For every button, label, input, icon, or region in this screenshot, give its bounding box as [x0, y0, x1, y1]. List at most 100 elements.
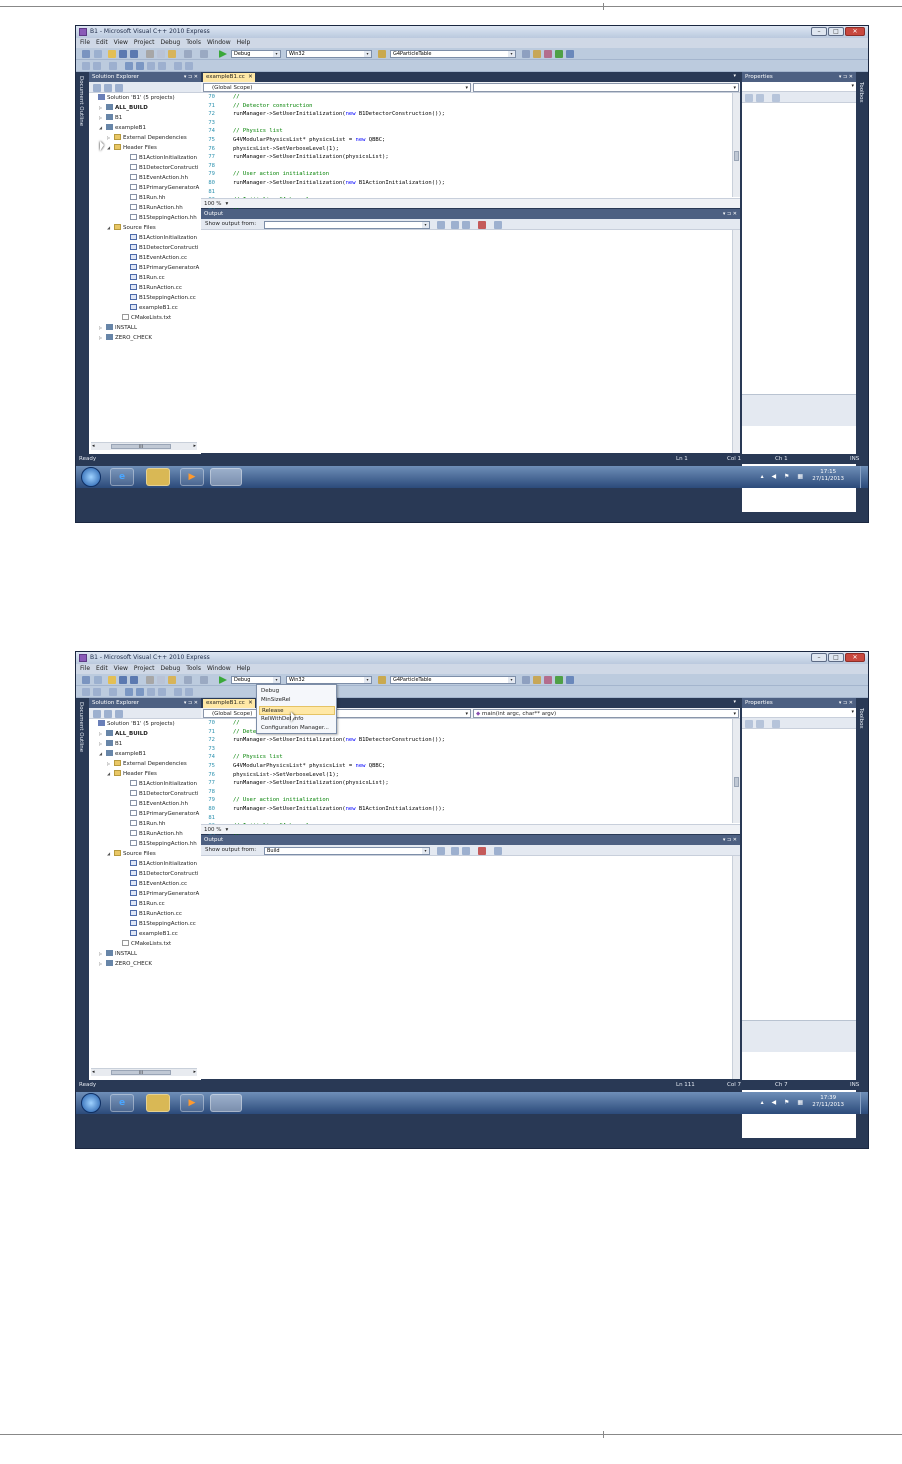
bookmark-icon[interactable] [174, 688, 182, 696]
tree-item[interactable]: ◢ Source Files [107, 223, 156, 233]
tree-item[interactable]: B1ActionInitialization [123, 153, 197, 163]
tree-item[interactable]: B1Run.hh [123, 819, 166, 829]
menu-view[interactable]: View [114, 664, 128, 674]
dropdown-option[interactable]: MinSizeRel [259, 696, 335, 705]
find-message-icon[interactable] [437, 847, 445, 855]
expander-icon[interactable]: ▷ [99, 103, 106, 113]
copy-icon[interactable] [157, 50, 165, 58]
save-icon[interactable] [119, 50, 127, 58]
tree-item[interactable]: B1RunAction.hh [123, 203, 183, 213]
scroll-right-icon[interactable]: ▸ [193, 1069, 196, 1075]
solution-explorer-icon[interactable] [522, 676, 530, 684]
visual-studio-taskbar-icon[interactable] [210, 468, 242, 486]
copy-icon[interactable] [157, 676, 165, 684]
tree-item[interactable]: ◢ Header Files [107, 143, 157, 153]
uncomment-icon[interactable] [158, 688, 166, 696]
save-all-icon[interactable] [130, 50, 138, 58]
tree-item[interactable]: ◢ Source Files [107, 849, 156, 859]
tree-item[interactable]: ▷ INSTALL [99, 949, 137, 959]
solution-platform-combo[interactable]: Win32 ▾ [286, 50, 372, 58]
indent-icon[interactable] [125, 62, 133, 70]
properties-object-combo[interactable]: ▾ [742, 82, 856, 92]
expander-icon[interactable]: ◢ [107, 143, 114, 153]
menu-debug[interactable]: Debug [160, 38, 180, 48]
start-debugging-icon[interactable] [219, 50, 227, 58]
output-vscrollbar[interactable] [732, 230, 740, 453]
open-file-icon[interactable] [108, 50, 116, 58]
find-in-files-icon[interactable] [378, 676, 386, 684]
new-project-icon[interactable] [82, 676, 90, 684]
solution-explorer-hscrollbar[interactable]: ◂ III ▸ [91, 1068, 197, 1076]
refresh-icon[interactable] [115, 84, 123, 92]
next-bookmark-icon[interactable] [185, 688, 193, 696]
minimize-button[interactable]: – [811, 27, 827, 36]
expander-icon[interactable]: ◢ [107, 849, 114, 859]
open-file-icon[interactable] [108, 676, 116, 684]
find-message-icon[interactable] [437, 221, 445, 229]
tree-item[interactable]: B1PrimaryGeneratorA [123, 183, 199, 193]
next-bookmark-icon[interactable] [185, 62, 193, 70]
go-to-next-icon[interactable] [462, 847, 470, 855]
clear-all-icon[interactable] [478, 221, 486, 229]
menu-tools[interactable]: Tools [186, 664, 201, 674]
zoom-level[interactable]: 100 % [204, 827, 221, 833]
scroll-thumb[interactable]: III [111, 1070, 171, 1075]
find-in-files-icon[interactable] [378, 50, 386, 58]
tree-item[interactable]: ◢ exampleB1 [99, 749, 146, 759]
tree-item[interactable]: ▷ INSTALL [99, 323, 137, 333]
tree-item[interactable]: B1RunAction.cc [123, 909, 182, 919]
start-debugging-icon[interactable] [219, 676, 227, 684]
properties-icon[interactable] [533, 50, 541, 58]
tree-item[interactable]: B1Run.cc [123, 273, 165, 283]
go-to-prev-icon[interactable] [451, 847, 459, 855]
expander-icon[interactable]: ▷ [99, 729, 106, 739]
solution-configuration-combo[interactable]: Debug ▾ [231, 676, 281, 684]
display-quick-info-icon[interactable] [82, 62, 90, 70]
comment-icon[interactable] [147, 688, 155, 696]
close-button[interactable]: ✕ [845, 27, 865, 36]
new-project-icon[interactable] [82, 50, 90, 58]
show-desktop-button[interactable] [860, 466, 868, 488]
scroll-thumb[interactable] [734, 777, 739, 787]
start-page-icon[interactable] [555, 676, 563, 684]
expander-icon[interactable]: ◢ [99, 123, 106, 133]
tree-item[interactable]: B1SteppingAction.cc [123, 293, 196, 303]
visual-studio-taskbar-icon[interactable] [210, 1094, 242, 1112]
windows-start-icon[interactable] [81, 1093, 101, 1113]
tree-item[interactable]: B1Run.cc [123, 899, 165, 909]
tree-item[interactable]: B1Run.hh [123, 193, 166, 203]
toolbox-icon[interactable] [544, 50, 552, 58]
chevron-down-icon[interactable]: ▾ [225, 827, 228, 833]
tree-item[interactable]: exampleB1.cc [123, 929, 178, 939]
menu-help[interactable]: Help [237, 664, 251, 674]
save-all-icon[interactable] [130, 676, 138, 684]
parameter-info-icon[interactable] [93, 688, 101, 696]
minimize-button[interactable]: – [811, 653, 827, 662]
output-source-combo[interactable]: Build ▾ [264, 847, 430, 855]
refresh-icon[interactable] [115, 710, 123, 718]
scroll-left-icon[interactable]: ◂ [92, 443, 95, 449]
scope-combo[interactable]: (Global Scope) ▾ [203, 83, 471, 92]
toolbox-tab[interactable]: Toolbox [856, 698, 868, 1138]
tree-item[interactable]: ▷ ZERO_CHECK [99, 959, 152, 969]
scroll-right-icon[interactable]: ▸ [193, 443, 196, 449]
menu-help[interactable]: Help [237, 38, 251, 48]
tree-item[interactable]: ▷ ZERO_CHECK [99, 333, 152, 343]
tree-item[interactable]: ▷ ALL_BUILD [99, 729, 148, 739]
panel-window-buttons[interactable]: ▾ ⊐ ✕ [839, 698, 853, 708]
tab-exampleB1-cc[interactable]: exampleB1.cc ✕ [203, 73, 255, 82]
tree-item[interactable]: CMakeLists.txt [115, 313, 171, 323]
tree-item[interactable]: ▷ External Dependencies [107, 133, 187, 143]
properties-object-combo[interactable]: ▾ [742, 708, 856, 718]
parameter-info-icon[interactable] [93, 62, 101, 70]
tree-item[interactable]: B1ActionInitialization [123, 859, 197, 869]
tree-item[interactable]: B1PrimaryGeneratorA [123, 263, 199, 273]
output-vscrollbar[interactable] [732, 856, 740, 1079]
panel-window-buttons[interactable]: ▾ ⊐ ✕ [184, 72, 198, 82]
tree-item[interactable]: B1EventAction.hh [123, 173, 188, 183]
find-combo[interactable]: G4ParticleTable ▾ [390, 676, 516, 684]
tree-item[interactable]: B1RunAction.cc [123, 283, 182, 293]
extension-icon[interactable] [566, 676, 574, 684]
scope-combo[interactable]: (Global Scope) ▾ [203, 709, 471, 718]
tree-item[interactable]: B1ActionInitialization [123, 779, 197, 789]
